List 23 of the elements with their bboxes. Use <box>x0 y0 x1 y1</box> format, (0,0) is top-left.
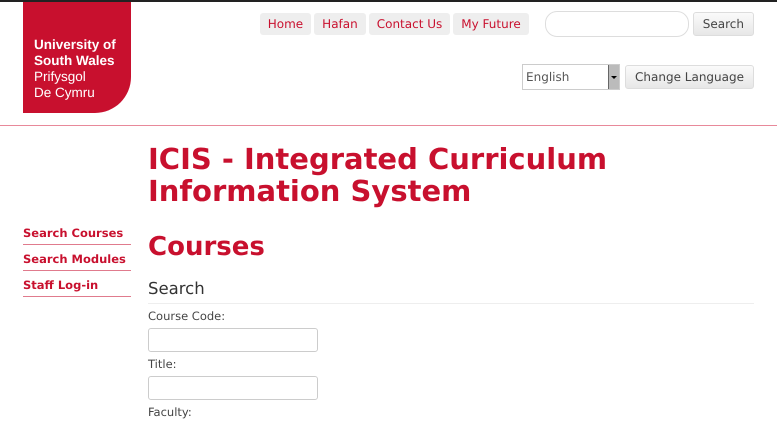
change-language-button[interactable]: Change Language <box>625 65 754 89</box>
field-label: Title: <box>148 357 178 371</box>
sidebar-link[interactable]: Search Modules <box>23 250 131 271</box>
search-field[interactable] <box>544 11 689 37</box>
nav-link[interactable]: Hafan <box>314 13 366 35</box>
page-title: ICIS - Integrated Curriculum Information System <box>148 143 608 207</box>
language-select[interactable]: English <box>522 64 620 90</box>
nav-link[interactable]: Home <box>260 13 312 35</box>
field-label: Faculty: <box>148 405 193 419</box>
input-field[interactable] <box>148 376 318 400</box>
nav-link[interactable]: My Future <box>453 13 529 35</box>
nav-link[interactable]: Contact Us <box>368 13 450 35</box>
logo-text: De Cymru <box>34 85 96 101</box>
logo-text: South Wales <box>34 53 116 69</box>
sidebar-link[interactable]: Search Courses <box>23 224 131 245</box>
field-label: Course Code: <box>148 309 226 323</box>
input-field[interactable] <box>148 328 318 352</box>
page-heading: Courses <box>148 232 266 262</box>
logo-text: University of <box>34 37 117 53</box>
section-heading: Search <box>148 279 754 304</box>
logo-text: Prifysgol <box>34 69 87 85</box>
sidebar-link[interactable]: Staff Log-in <box>23 276 131 297</box>
search-button[interactable]: Search <box>692 12 754 36</box>
